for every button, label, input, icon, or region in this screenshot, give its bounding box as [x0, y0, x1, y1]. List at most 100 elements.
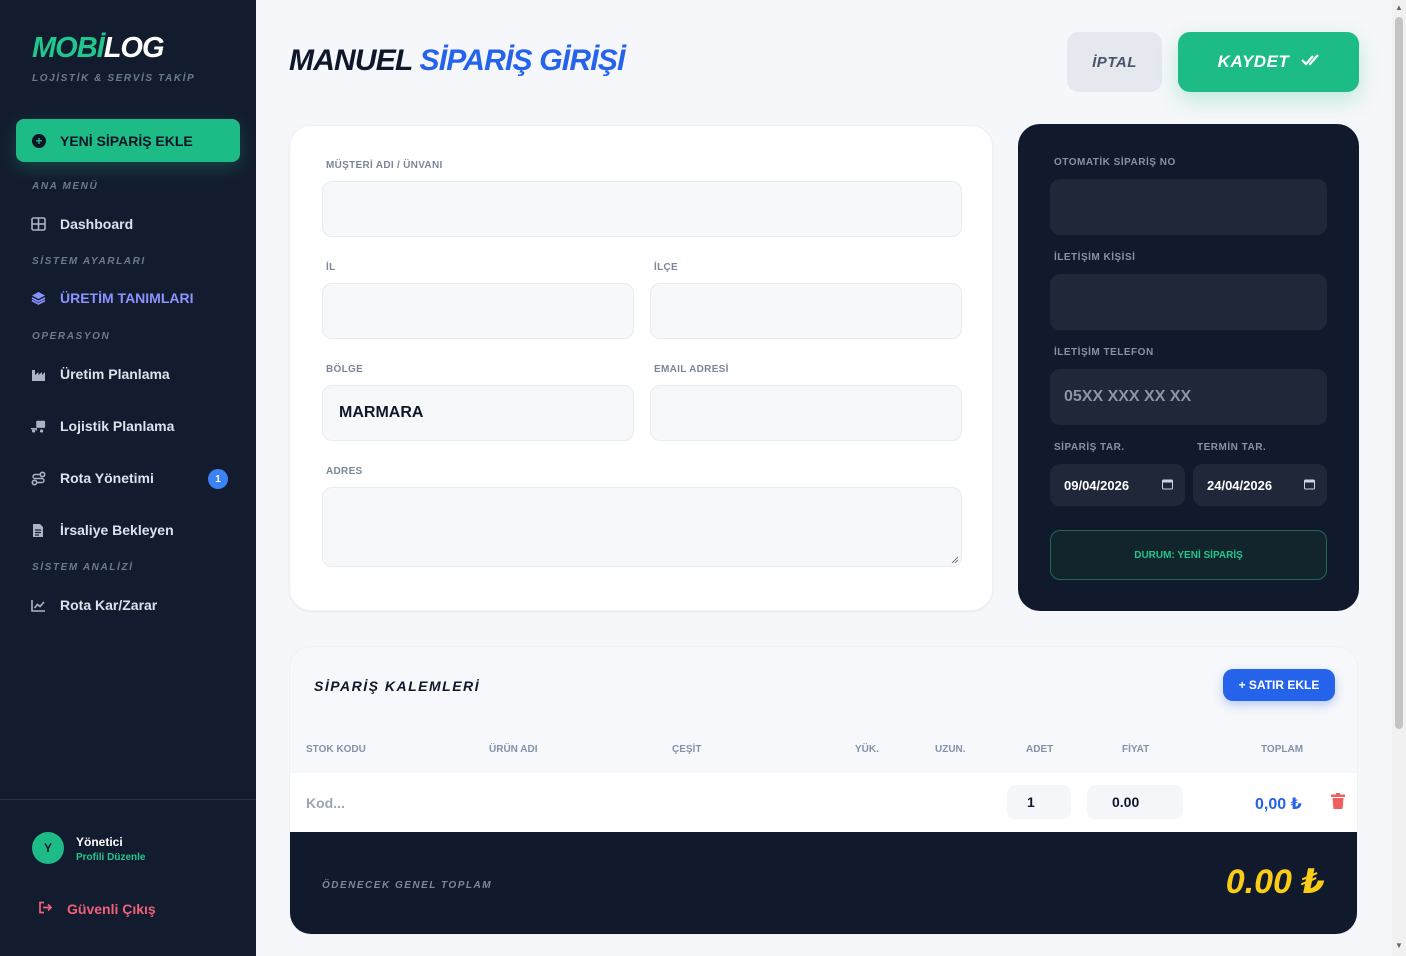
trash-icon[interactable] [1331, 793, 1345, 814]
row-total: 0,00 ₺ [1255, 796, 1302, 813]
col-total: TOPLAM [1261, 744, 1304, 755]
calendar-icon[interactable] [1304, 478, 1315, 493]
sidebar-item-label: Dashboard [60, 216, 134, 232]
scroll-down-arrow-icon[interactable]: ▼ [1395, 941, 1403, 950]
col-stock-code: STOK KODU [306, 744, 366, 755]
customer-name-label: MÜŞTERİ ADI / ÜNVANI [326, 160, 443, 171]
items-title: SİPARİŞ KALEMLERİ [314, 678, 481, 694]
file-invoice-icon [30, 522, 46, 538]
section-main-menu: ANA MENÜ [32, 181, 99, 192]
order-date-label: SİPARİŞ TAR. [1054, 442, 1125, 453]
layers-icon [30, 290, 46, 306]
save-label: KAYDET [1217, 52, 1290, 71]
scroll-up-arrow-icon[interactable]: ▲ [1395, 3, 1403, 12]
sidebar-item-label: Rota Kar/Zarar [60, 597, 158, 613]
stock-code-input[interactable]: Kod... [306, 795, 345, 811]
sidebar-item-dashboard[interactable]: Dashboard [30, 216, 133, 232]
truck-loading-icon [30, 418, 46, 434]
logout-label: Güvenli Çıkış [67, 901, 156, 917]
order-no-label: OTOMATİK SİPARİŞ NO [1054, 157, 1176, 168]
grand-total-label: ÖDENECEK GENEL TOPLAM [322, 880, 493, 891]
col-height: YÜK. [855, 744, 879, 755]
new-order-label: YENİ SİPARİŞ EKLE [60, 132, 193, 149]
section-operation: OPERASYON [32, 331, 111, 342]
title-part2: SİPARİŞ GİRİŞİ [419, 44, 626, 77]
city-label: İL [326, 262, 336, 273]
sidebar-item-route-management[interactable]: Rota Yönetimi [30, 470, 154, 486]
email-field[interactable] [650, 385, 962, 441]
sidebar-item-logistics-planning[interactable]: Lojistik Planlama [30, 418, 174, 434]
double-check-icon [1301, 52, 1320, 72]
sidebar-item-waybill-pending[interactable]: İrsaliye Bekleyen [30, 522, 174, 538]
region-label: BÖLGE [326, 364, 364, 375]
edit-profile-link[interactable]: Profili Düzenle [76, 852, 145, 863]
scrollbar-thumb[interactable] [1395, 17, 1403, 729]
resize-handle-icon[interactable] [951, 556, 959, 564]
order-date-value: 09/04/2026 [1064, 477, 1130, 493]
grid-icon [30, 216, 46, 232]
order-date-input[interactable]: 09/04/2026 [1050, 464, 1185, 506]
save-button[interactable]: KAYDET [1178, 32, 1359, 92]
items-header [290, 647, 1357, 773]
order-items-card: SİPARİŞ KALEMLERİ + SATIR EKLE STOK KODU… [289, 646, 1358, 935]
sidebar-item-label: İrsaliye Bekleyen [60, 522, 174, 538]
app-logo[interactable]: MOBİLOG [32, 32, 165, 64]
sidebar: MOBİLOG LOJİSTİK & SERVİS TAKİP + YENİ S… [0, 0, 256, 956]
sidebar-item-label: Rota Yönetimi [60, 470, 154, 486]
due-date-label: TERMİN TAR. [1197, 442, 1267, 453]
email-label: EMAIL ADRESİ [654, 364, 729, 375]
cancel-button[interactable]: İPTAL [1067, 32, 1162, 92]
contact-phone-label: İLETİŞİM TELEFON [1054, 347, 1154, 358]
logo-part1: MOBİ [32, 32, 105, 64]
logo-part2: LOG [103, 32, 165, 64]
add-row-button[interactable]: + SATIR EKLE [1223, 669, 1335, 701]
order-no-input[interactable] [1050, 179, 1327, 235]
district-input[interactable] [650, 283, 962, 339]
sign-out-icon [38, 901, 53, 917]
plus-circle-icon: + [32, 133, 46, 148]
sidebar-divider [0, 799, 256, 800]
district-label: İLÇE [654, 262, 678, 273]
grand-total-footer: ÖDENECEK GENEL TOPLAM 0.00 ₺ [290, 832, 1357, 934]
user-name: Yönetici [76, 835, 123, 849]
new-order-button[interactable]: + YENİ SİPARİŞ EKLE [16, 119, 240, 162]
contact-person-input[interactable] [1050, 274, 1327, 330]
customer-form-card: MÜŞTERİ ADI / ÜNVANI İL İLÇE BÖLGE MARMA… [289, 125, 993, 611]
col-price: FİYAT [1122, 744, 1150, 755]
route-count-badge: 1 [208, 469, 228, 489]
contact-phone-input[interactable]: 05XX XXX XX XX [1050, 369, 1327, 425]
chart-line-icon [30, 597, 46, 613]
region-input[interactable]: MARMARA [322, 385, 634, 441]
address-textarea[interactable] [322, 487, 962, 567]
col-product-name: ÜRÜN ADI [489, 744, 538, 755]
logout-button[interactable]: Güvenli Çıkış [38, 901, 156, 917]
industry-icon [30, 366, 46, 382]
city-input[interactable] [322, 283, 634, 339]
contact-person-label: İLETİŞİM KİŞİSİ [1054, 252, 1136, 263]
page-title: MANUEL SİPARİŞ GİRİŞİ [289, 44, 626, 78]
page-scrollbar[interactable]: ▲ ▼ [1392, 0, 1406, 956]
col-length: UZUN. [935, 744, 966, 755]
sidebar-item-production-planning[interactable]: Üretim Planlama [30, 366, 170, 382]
title-part1: MANUEL [289, 44, 413, 77]
calendar-icon[interactable] [1162, 478, 1173, 493]
sidebar-item-production-definitions[interactable]: ÜRETİM TANIMLARI [30, 290, 194, 306]
route-icon [30, 470, 46, 486]
sidebar-item-label: Lojistik Planlama [60, 418, 175, 434]
col-variety: ÇEŞİT [672, 744, 702, 755]
sidebar-item-label: ÜRETİM TANIMLARI [60, 290, 194, 306]
sidebar-item-route-profit-loss[interactable]: Rota Kar/Zarar [30, 597, 157, 613]
due-date-value: 24/04/2026 [1207, 477, 1273, 493]
grand-total-value: 0.00 ₺ [1225, 863, 1325, 901]
quantity-input[interactable]: 1 [1007, 785, 1071, 819]
section-system-analysis: SİSTEM ANALİZİ [32, 562, 134, 573]
avatar[interactable]: Y [32, 832, 64, 864]
due-date-input[interactable]: 24/04/2026 [1193, 464, 1327, 506]
logo-subtitle: LOJİSTİK & SERVİS TAKİP [32, 73, 196, 84]
customer-name-input[interactable] [322, 181, 962, 237]
col-quantity: ADET [1026, 744, 1054, 755]
address-label: ADRES [326, 466, 363, 477]
section-system-settings: SİSTEM AYARLARI [32, 256, 146, 267]
price-input[interactable]: 0.00 [1087, 785, 1183, 819]
status-badge: DURUM: YENİ SİPARİŞ [1050, 530, 1327, 580]
